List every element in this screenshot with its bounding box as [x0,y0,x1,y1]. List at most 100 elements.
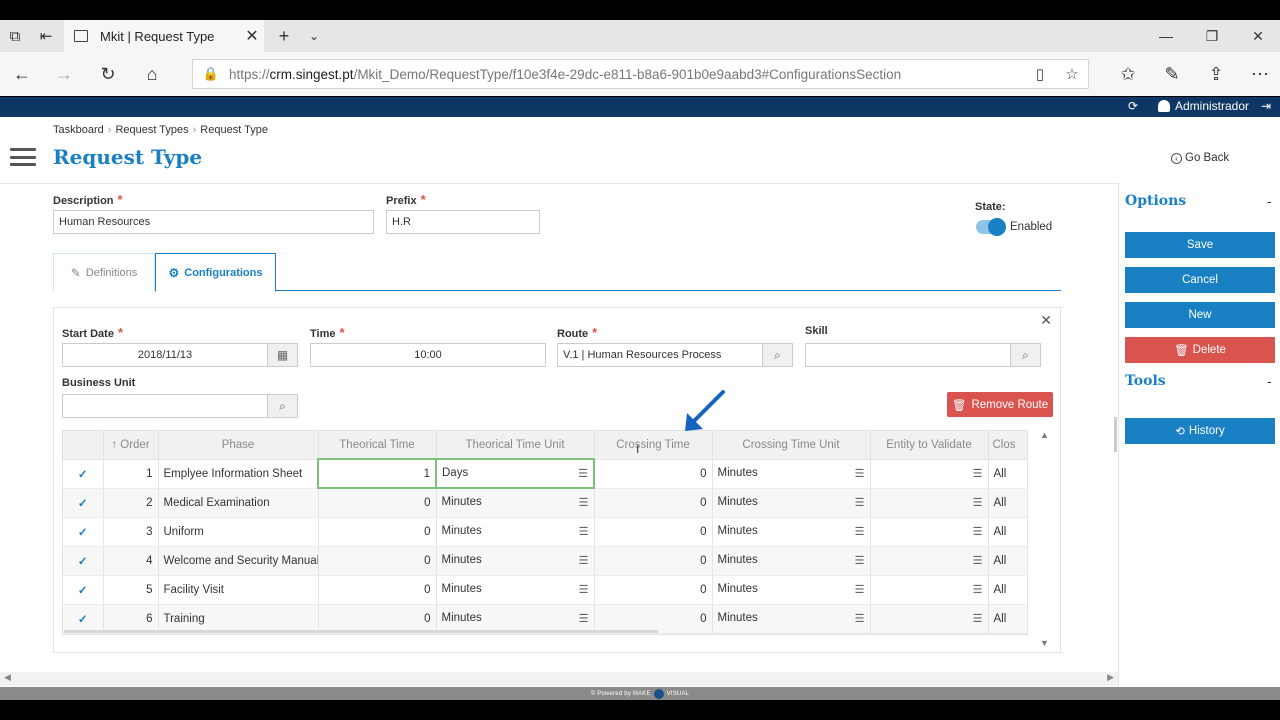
scroll-down-icon[interactable]: ▼ [1040,638,1049,648]
browser-tab[interactable]: Mkit | Request Type ✕ [64,20,264,52]
route-field[interactable]: V.1 | Human Resources Process [557,343,763,367]
address-bar[interactable]: 🔒 https://crm.singest.pt/Mkit_Demo/Reque… [192,59,1089,89]
theorical-time-unit-cell[interactable]: Minutes ☰ [436,604,595,634]
description-field[interactable]: Human Resources [53,210,374,234]
crossing-time-cell[interactable]: 0 [594,488,713,518]
row-checkbox[interactable]: ✓ [63,604,104,634]
row-checkbox[interactable]: ✓ [63,459,104,489]
skill-search-icon[interactable]: ⌕ [1011,343,1041,367]
theorical-time-cell[interactable]: 0 [318,546,437,576]
entity-to-validate-cell[interactable]: ☰ [870,517,989,547]
calendar-icon[interactable]: ▦ [268,343,298,367]
new-tab-icon[interactable]: + [272,20,296,52]
entity-to-validate-cell[interactable]: ☰ [870,546,989,576]
theorical-time-unit-cell[interactable]: Minutes ☰ [436,546,595,576]
list-icon[interactable]: ☰ [579,525,589,538]
crossing-time-cell[interactable]: 0 [594,517,713,547]
restore-window-icon[interactable]: ❐ [1189,20,1235,52]
list-icon[interactable]: ☰ [579,496,589,509]
row-checkbox[interactable]: ✓ [63,575,104,605]
save-button[interactable]: Save [1125,232,1275,258]
entity-to-validate-cell[interactable]: ☰ [870,604,989,634]
list-icon[interactable]: ☰ [973,496,983,509]
scroll-right-icon[interactable]: ▶ [1107,672,1114,683]
page-horizontal-scrollbar[interactable]: ◀ ▶ [0,672,1118,686]
list-icon[interactable]: ☰ [579,554,589,567]
column-header[interactable]: Crossing Time [594,431,713,460]
row-checkbox[interactable]: ✓ [63,517,104,547]
list-icon[interactable]: ☰ [855,496,865,509]
list-icon[interactable]: ☰ [579,612,589,625]
new-button[interactable]: New [1125,302,1275,328]
crossing-time-cell[interactable]: 0 [594,546,713,576]
logout-icon[interactable]: ⇥ [1261,99,1271,113]
theorical-time-cell[interactable]: 1 [317,458,437,489]
list-icon[interactable]: ☰ [973,612,983,625]
prefix-field[interactable]: H.R [386,210,540,234]
close-cell[interactable]: All [988,488,1027,518]
list-icon[interactable]: ☰ [973,583,983,596]
list-icon[interactable]: ☰ [578,467,588,480]
list-icon[interactable]: ☰ [973,467,983,480]
close-cell[interactable]: All [988,575,1027,605]
close-icon[interactable]: ✕ [1040,312,1052,329]
crossing-time-cell[interactable]: 0 [594,604,713,634]
back-arrow-icon[interactable]: ← [0,52,44,96]
history-button[interactable]: ⟲ History [1125,418,1275,444]
theorical-time-unit-cell[interactable]: Minutes ☰ [436,488,595,518]
business-unit-field[interactable] [62,394,268,418]
row-checkbox[interactable]: ✓ [63,546,104,576]
remove-route-button[interactable]: 🗑 Remove Route [947,392,1053,417]
theorical-time-unit-cell[interactable]: Days ☰ [435,458,595,489]
favorite-star-icon[interactable]: ☆ [1056,65,1088,83]
close-cell[interactable]: All [988,459,1027,489]
list-icon[interactable]: ☰ [973,525,983,538]
theorical-time-unit-cell[interactable]: Minutes ☰ [436,575,595,605]
theorical-time-unit-cell[interactable]: Minutes ☰ [436,517,595,547]
table-row[interactable]: ✓ 6 Training 0 Minutes ☰ 0 Minutes ☰ ☰ All [63,604,1027,634]
user-menu[interactable]: Administrador [1158,99,1249,113]
table-row[interactable]: ✓ 4 Welcome and Security Manual 0 Minute… [63,546,1027,576]
crossing-time-unit-cell[interactable]: Minutes ☰ [712,459,871,489]
share-icon[interactable]: ⇪ [1194,52,1238,96]
theorical-time-cell[interactable]: 0 [318,575,437,605]
forward-arrow-icon[interactable]: → [42,52,86,96]
list-icon[interactable]: ☰ [855,525,865,538]
set-aside-tabs-icon[interactable]: ⇤ [34,20,58,52]
grid-vertical-scrollbar[interactable]: ▲ ▼ [1037,430,1051,652]
crossing-time-unit-cell[interactable]: Minutes ☰ [712,546,871,576]
breadcrumb-item[interactable]: Taskboard [53,124,104,136]
crossing-time-unit-cell[interactable]: Minutes ☰ [712,488,871,518]
skill-field[interactable] [805,343,1011,367]
close-tab-icon[interactable]: ✕ [240,26,264,46]
tab-configurations[interactable]: ⚙ Configurations [155,253,276,292]
column-header[interactable]: Theorical Time [318,431,437,460]
scroll-left-icon[interactable]: ◀ [4,672,11,683]
list-icon[interactable]: ☰ [855,583,865,596]
tab-definitions[interactable]: ✎ Definitions [53,253,155,291]
entity-to-validate-cell[interactable]: ☰ [870,488,989,518]
select-column-header[interactable] [63,431,104,460]
collapse-options-icon[interactable]: - [1267,193,1272,209]
crossing-time-cell[interactable]: 0 [594,575,713,605]
column-header[interactable]: ↑ Order [103,431,159,460]
column-header[interactable]: Theorical Time Unit [436,431,595,460]
favorites-icon[interactable]: ✩ [1106,52,1150,96]
close-cell[interactable]: All [988,517,1027,547]
pen-icon[interactable]: ✎ [1150,52,1194,96]
close-cell[interactable]: All [988,604,1027,634]
reading-view-icon[interactable]: ▯ [1024,65,1056,83]
state-toggle[interactable] [976,218,1006,236]
row-checkbox[interactable]: ✓ [63,488,104,518]
list-icon[interactable]: ☰ [579,583,589,596]
column-header[interactable]: Clos [988,431,1027,460]
more-menu-icon[interactable]: ⋯ [1238,52,1280,96]
crossing-time-unit-cell[interactable]: Minutes ☰ [712,517,871,547]
column-header[interactable]: Crossing Time Unit [712,431,871,460]
go-back-link[interactable]: ‹ Go Back [1171,152,1229,164]
url-text[interactable]: https://crm.singest.pt/Mkit_Demo/Request… [229,67,1024,82]
close-cell[interactable]: All [988,546,1027,576]
business-unit-search-icon[interactable]: ⌕ [268,394,298,418]
column-header[interactable]: Phase [158,431,319,460]
time-field[interactable]: 10:00 [310,343,546,367]
